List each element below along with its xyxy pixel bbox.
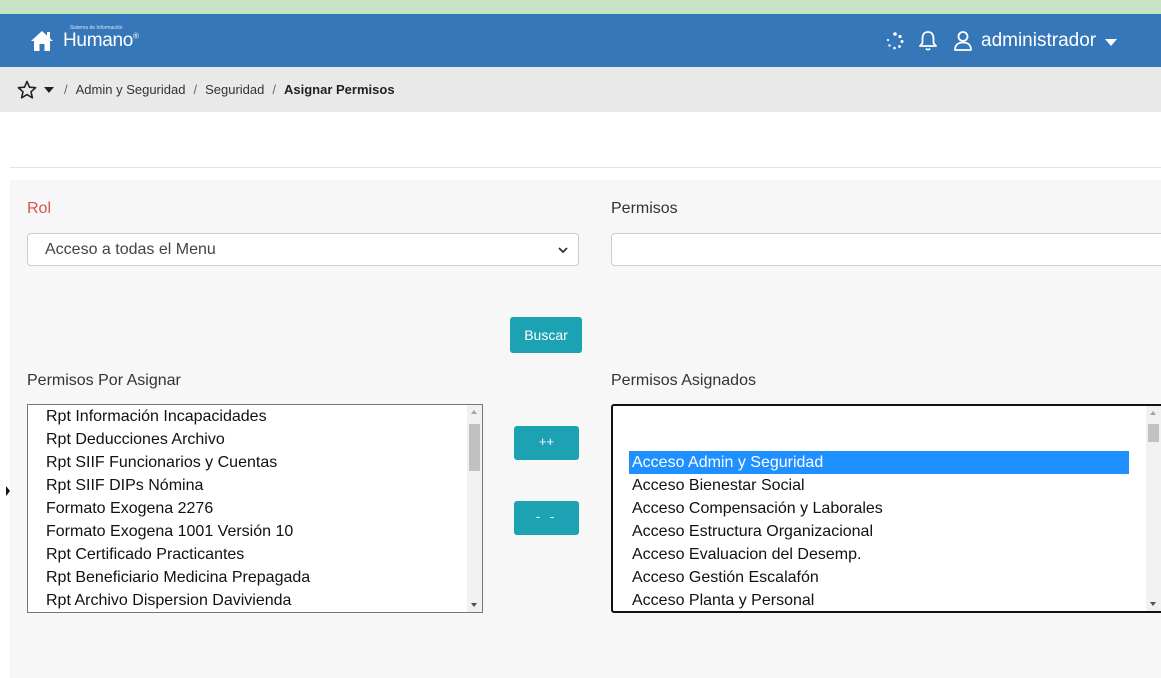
remove-permission-button[interactable]: - - [514, 501, 579, 535]
scrollbar-thumb[interactable] [1148, 424, 1159, 442]
permisos-input[interactable] [611, 233, 1161, 266]
scrollbar[interactable] [1146, 406, 1161, 611]
rol-select-value: Acceso a todas el Menu [45, 241, 216, 258]
list-item[interactable]: Rpt Archivo Dispersion Davivienda [46, 589, 291, 612]
scroll-up-icon[interactable] [1150, 411, 1156, 415]
breadcrumb-separator: / [64, 82, 68, 97]
list-item[interactable]: Rpt SIIF Funcionarios y Cuentas [46, 451, 277, 474]
home-icon [31, 31, 53, 51]
rol-label: Rol [27, 200, 52, 217]
por-asignar-label: Permisos Por Asignar [27, 372, 181, 389]
bell-icon[interactable] [918, 30, 938, 52]
navbar-right: administrador [885, 27, 1118, 55]
list-item[interactable]: Formato Exogena 2276 [46, 497, 213, 520]
list-item[interactable]: Acceso Planta y Personal [629, 589, 814, 611]
brand-name: Humano® [63, 30, 139, 51]
list-item[interactable] [629, 428, 1129, 451]
spinner-icon[interactable] [885, 31, 905, 51]
list-item[interactable]: Acceso Bienestar Social [629, 474, 805, 497]
user-menu-caret-icon[interactable] [1105, 38, 1118, 46]
scroll-down-icon[interactable] [471, 603, 477, 607]
sidebar-toggle-icon[interactable] [6, 486, 10, 496]
list-item[interactable]: Rpt Información Incapacidades [46, 405, 267, 428]
list-item[interactable]: Rpt Certificado Practicantes [46, 543, 244, 566]
top-strip [0, 0, 1161, 14]
add-permission-button[interactable]: ++ [514, 426, 579, 460]
brand-tagline: Sistema de Información [70, 25, 123, 31]
list-item[interactable]: Acceso Evaluacion del Desemp. [629, 543, 861, 566]
user-menu-name[interactable]: administrador [981, 30, 1096, 52]
breadcrumb-separator: / [272, 82, 276, 97]
scrollbar-thumb[interactable] [469, 424, 480, 471]
scroll-up-icon[interactable] [471, 410, 477, 414]
divider [10, 167, 1161, 168]
chevron-down-icon [558, 247, 568, 254]
breadcrumb-item-seguridad[interactable]: Seguridad [205, 82, 264, 97]
breadcrumb-item-admin-seguridad[interactable]: Admin y Seguridad [76, 82, 186, 97]
list-item[interactable]: Acceso Estructura Organizacional [629, 520, 873, 543]
list-item[interactable]: Rpt Beneficiario Medicina Prepagada [46, 566, 310, 589]
list-item[interactable]: Rpt Deducciones Archivo [46, 428, 225, 451]
scrollbar[interactable] [467, 405, 482, 612]
scroll-down-icon[interactable] [1150, 602, 1156, 606]
navbar: Humano® Sistema de Información administr… [0, 14, 1161, 67]
list-item[interactable]: Formato Exogena 1001 Versión 10 [46, 520, 293, 543]
brand-logo[interactable]: Humano® Sistema de Información [30, 25, 139, 54]
asignados-label: Permisos Asignados [611, 372, 756, 389]
breadcrumb-current: Asignar Permisos [284, 82, 395, 97]
list-item[interactable]: Acceso Gestión Escalafón [629, 566, 819, 589]
favorite-star-icon[interactable] [17, 80, 37, 100]
permisos-label: Permisos [611, 200, 678, 217]
breadcrumb-separator: / [193, 82, 198, 97]
list-item[interactable]: Rpt SIIF DIPs Nómina [46, 474, 203, 497]
rol-select[interactable]: Acceso a todas el Menu [27, 233, 579, 266]
buscar-button[interactable]: Buscar [510, 317, 582, 353]
favorites-dropdown-icon[interactable] [44, 86, 54, 93]
list-item-selected[interactable]: Acceso Admin y Seguridad [629, 451, 1129, 474]
permisos-por-asignar-list[interactable]: Rpt Información Incapacidades Rpt Deducc… [27, 404, 483, 613]
list-item[interactable]: Acceso Compensación y Laborales [629, 497, 883, 520]
breadcrumb: / Admin y Seguridad / Seguridad / Asigna… [0, 67, 1161, 112]
permisos-asignados-list[interactable]: Acceso Admin y Seguridad Acceso Bienesta… [611, 404, 1161, 613]
user-icon[interactable] [953, 30, 973, 52]
